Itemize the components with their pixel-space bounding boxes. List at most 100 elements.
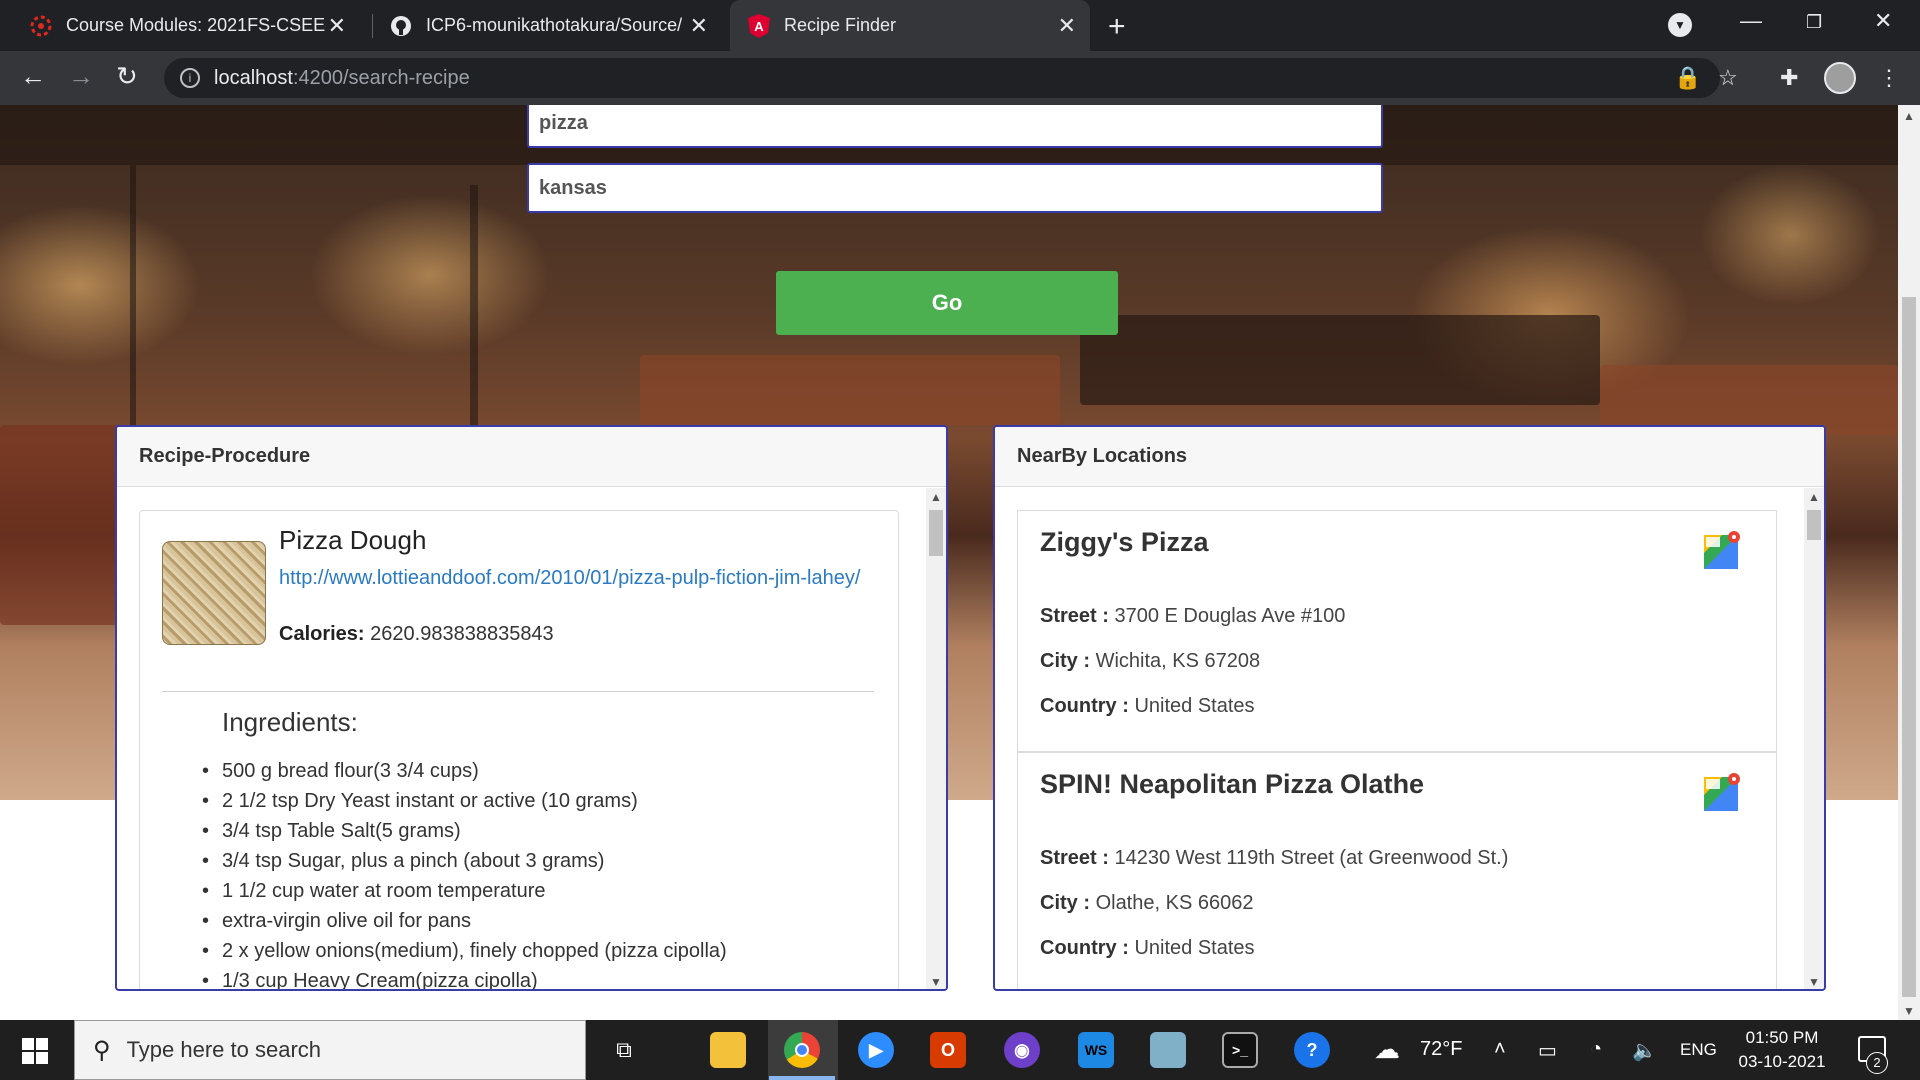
terminal-icon[interactable]: >_	[1222, 1032, 1258, 1068]
weather-cloud-icon[interactable]: ☁	[1374, 1034, 1400, 1065]
page-scroll-thumb[interactable]	[1902, 297, 1916, 997]
locations-panel-scrollbar[interactable]: ▲ ▼	[1804, 488, 1824, 989]
new-tab-button[interactable]: +	[1108, 10, 1126, 44]
scroll-down-icon[interactable]: ▼	[1898, 1004, 1920, 1018]
windows-start-icon[interactable]	[22, 1038, 48, 1064]
back-icon[interactable]: ←	[20, 61, 46, 92]
locations-panel-header: NearBy Locations	[995, 427, 1824, 487]
recipe-panel-body: Pizza Dough http://www.lottieanddoof.com…	[117, 488, 930, 989]
tab-search-icon[interactable]: ▼	[1668, 13, 1692, 37]
hero-bar-counter	[640, 355, 1060, 425]
webstorm-icon[interactable]: WS	[1078, 1032, 1114, 1068]
svg-text:A: A	[754, 19, 764, 34]
windows-taskbar: ⚲ Type here to search ⧉ ▶ O ◉ WS >_ ? ☁ …	[0, 1020, 1920, 1080]
weather-temperature[interactable]: 72°F	[1420, 1038, 1462, 1061]
restore-icon[interactable]: ❐	[1806, 12, 1822, 33]
battery-icon[interactable]: ▭	[1538, 1038, 1557, 1063]
volume-icon[interactable]: 🔈	[1632, 1038, 1657, 1063]
tab-title: Course Modules: 2021FS-CSEE-5	[66, 15, 326, 35]
network-icon[interactable]: ◔	[1590, 1038, 1602, 1061]
scroll-down-icon[interactable]: ▼	[926, 973, 946, 989]
clock-time: 01:50 PM	[1745, 1028, 1819, 1047]
ingredient-item: 1/3 cup Heavy Cream(pizza cipolla)	[202, 966, 862, 989]
close-tab-icon[interactable]: ✕	[1058, 13, 1076, 39]
location-street: Street : 3700 E Douglas Ave #100	[1040, 605, 1346, 627]
help-icon[interactable]: ?	[1294, 1032, 1330, 1068]
browser-tab-strip: Course Modules: 2021FS-CSEE-5 ✕ ICP6-mou…	[0, 0, 1920, 51]
ingredient-item: 3/4 tsp Sugar, plus a pinch (about 3 gra…	[202, 846, 862, 876]
profile-avatar[interactable]	[1824, 62, 1856, 94]
github-desktop-icon[interactable]: ◉	[1004, 1032, 1040, 1068]
nearby-locations-panel: NearBy Locations Ziggy's Pizza Street : …	[993, 425, 1826, 991]
site-info-icon[interactable]: i	[180, 68, 200, 88]
canvas-icon	[30, 15, 52, 37]
hero-pillar	[470, 185, 478, 425]
angular-icon: A	[748, 13, 770, 38]
taskbar-search[interactable]: ⚲ Type here to search	[74, 1020, 586, 1080]
close-window-icon[interactable]: ✕	[1874, 8, 1892, 34]
page-scrollbar[interactable]: ▲ ▼	[1898, 105, 1920, 1020]
ingredient-item: 3/4 tsp Table Salt(5 grams)	[202, 816, 862, 846]
location-card: SPIN! Neapolitan Pizza Olathe Street : 1…	[1017, 752, 1777, 989]
url-text: localhost:4200/search-recipe	[214, 66, 470, 89]
language-indicator[interactable]: ENG	[1680, 1040, 1717, 1060]
scroll-down-icon[interactable]: ▼	[1804, 973, 1824, 989]
recipe-panel-scrollbar[interactable]: ▲ ▼	[926, 488, 946, 989]
scroll-up-icon[interactable]: ▲	[1898, 109, 1920, 123]
recipe-link[interactable]: http://www.lottieanddoof.com/2010/01/piz…	[279, 563, 869, 593]
search-icon: ⚲	[93, 1036, 111, 1064]
go-button[interactable]: Go	[776, 271, 1118, 335]
address-bar[interactable]: i localhost:4200/search-recipe	[164, 58, 1720, 98]
notification-count-badge: 2	[1866, 1052, 1888, 1074]
taskbar-clock[interactable]: 01:50 PM 03-10-2021	[1736, 1026, 1828, 1074]
recipe-panel-header: Recipe-Procedure	[117, 427, 946, 487]
office-icon[interactable]: O	[930, 1032, 966, 1068]
menu-dots-icon[interactable]: ⋮	[1878, 65, 1900, 91]
calories-label: Calories:	[279, 623, 365, 645]
close-tab-icon[interactable]: ✕	[328, 13, 346, 39]
location-card: Ziggy's Pizza Street : 3700 E Douglas Av…	[1017, 510, 1777, 752]
hero-booth	[0, 425, 120, 625]
chrome-icon[interactable]	[769, 1032, 835, 1080]
ingredients-list: 500 g bread flour(3 3/4 cups) 2 1/2 tsp …	[202, 756, 862, 989]
close-tab-icon[interactable]: ✕	[690, 13, 708, 39]
blocked-popup-icon[interactable]: 🔒	[1674, 65, 1701, 91]
google-maps-icon[interactable]	[1702, 771, 1742, 811]
google-maps-icon[interactable]	[1702, 529, 1742, 569]
tab-github[interactable]: ICP6-mounikathotakura/Source/ ✕	[360, 0, 730, 51]
bookmark-star-icon[interactable]: ☆	[1718, 65, 1738, 91]
location-search-input[interactable]: kansas	[527, 163, 1383, 213]
extensions-icon[interactable]: ✚	[1780, 65, 1798, 91]
hero-pillar	[130, 165, 136, 425]
forward-icon[interactable]: →	[68, 61, 94, 92]
recipe-search-input[interactable]: pizza	[527, 105, 1383, 148]
minimize-icon[interactable]: —	[1740, 8, 1762, 34]
scroll-thumb[interactable]	[1807, 510, 1821, 540]
tray-chevron-icon[interactable]: ˄	[1494, 1038, 1506, 1061]
location-country: Country : United States	[1040, 937, 1255, 959]
location-country: Country : United States	[1040, 695, 1255, 717]
taskbar-search-placeholder: Type here to search	[126, 1037, 322, 1062]
tab-recipe-finder[interactable]: A Recipe Finder ✕	[730, 0, 1090, 51]
divider	[162, 691, 874, 692]
task-view-icon[interactable]: ⧉	[606, 1032, 642, 1068]
recipe-calories: Calories: 2620.983838835843	[279, 623, 554, 646]
scroll-up-icon[interactable]: ▲	[926, 488, 946, 506]
calories-value: 2620.983838835843	[370, 623, 554, 645]
tab-title: Recipe Finder	[784, 15, 897, 35]
notepad-icon[interactable]	[1150, 1032, 1186, 1068]
recipe-card: Pizza Dough http://www.lottieanddoof.com…	[139, 510, 899, 989]
scroll-thumb[interactable]	[929, 510, 943, 556]
recipe-image	[162, 541, 266, 645]
scroll-up-icon[interactable]: ▲	[1804, 488, 1824, 506]
ingredient-item: 2 x yellow onions(medium), finely choppe…	[202, 936, 862, 966]
location-name: Ziggy's Pizza	[1040, 527, 1209, 557]
locations-panel-body: Ziggy's Pizza Street : 3700 E Douglas Av…	[995, 488, 1808, 989]
reload-icon[interactable]: ↻	[116, 61, 138, 92]
zoom-icon[interactable]: ▶	[858, 1032, 894, 1068]
recipe-title: Pizza Dough	[279, 525, 427, 555]
tab-course-modules[interactable]: Course Modules: 2021FS-CSEE-5 ✕	[0, 0, 360, 51]
browser-toolbar: ← → ↻ i localhost:4200/search-recipe 🔒 ☆…	[0, 51, 1920, 105]
recipe-finder-page: pizza kansas Go Recipe-Procedure Pizza D…	[0, 105, 1898, 1020]
file-explorer-icon[interactable]	[710, 1032, 746, 1068]
